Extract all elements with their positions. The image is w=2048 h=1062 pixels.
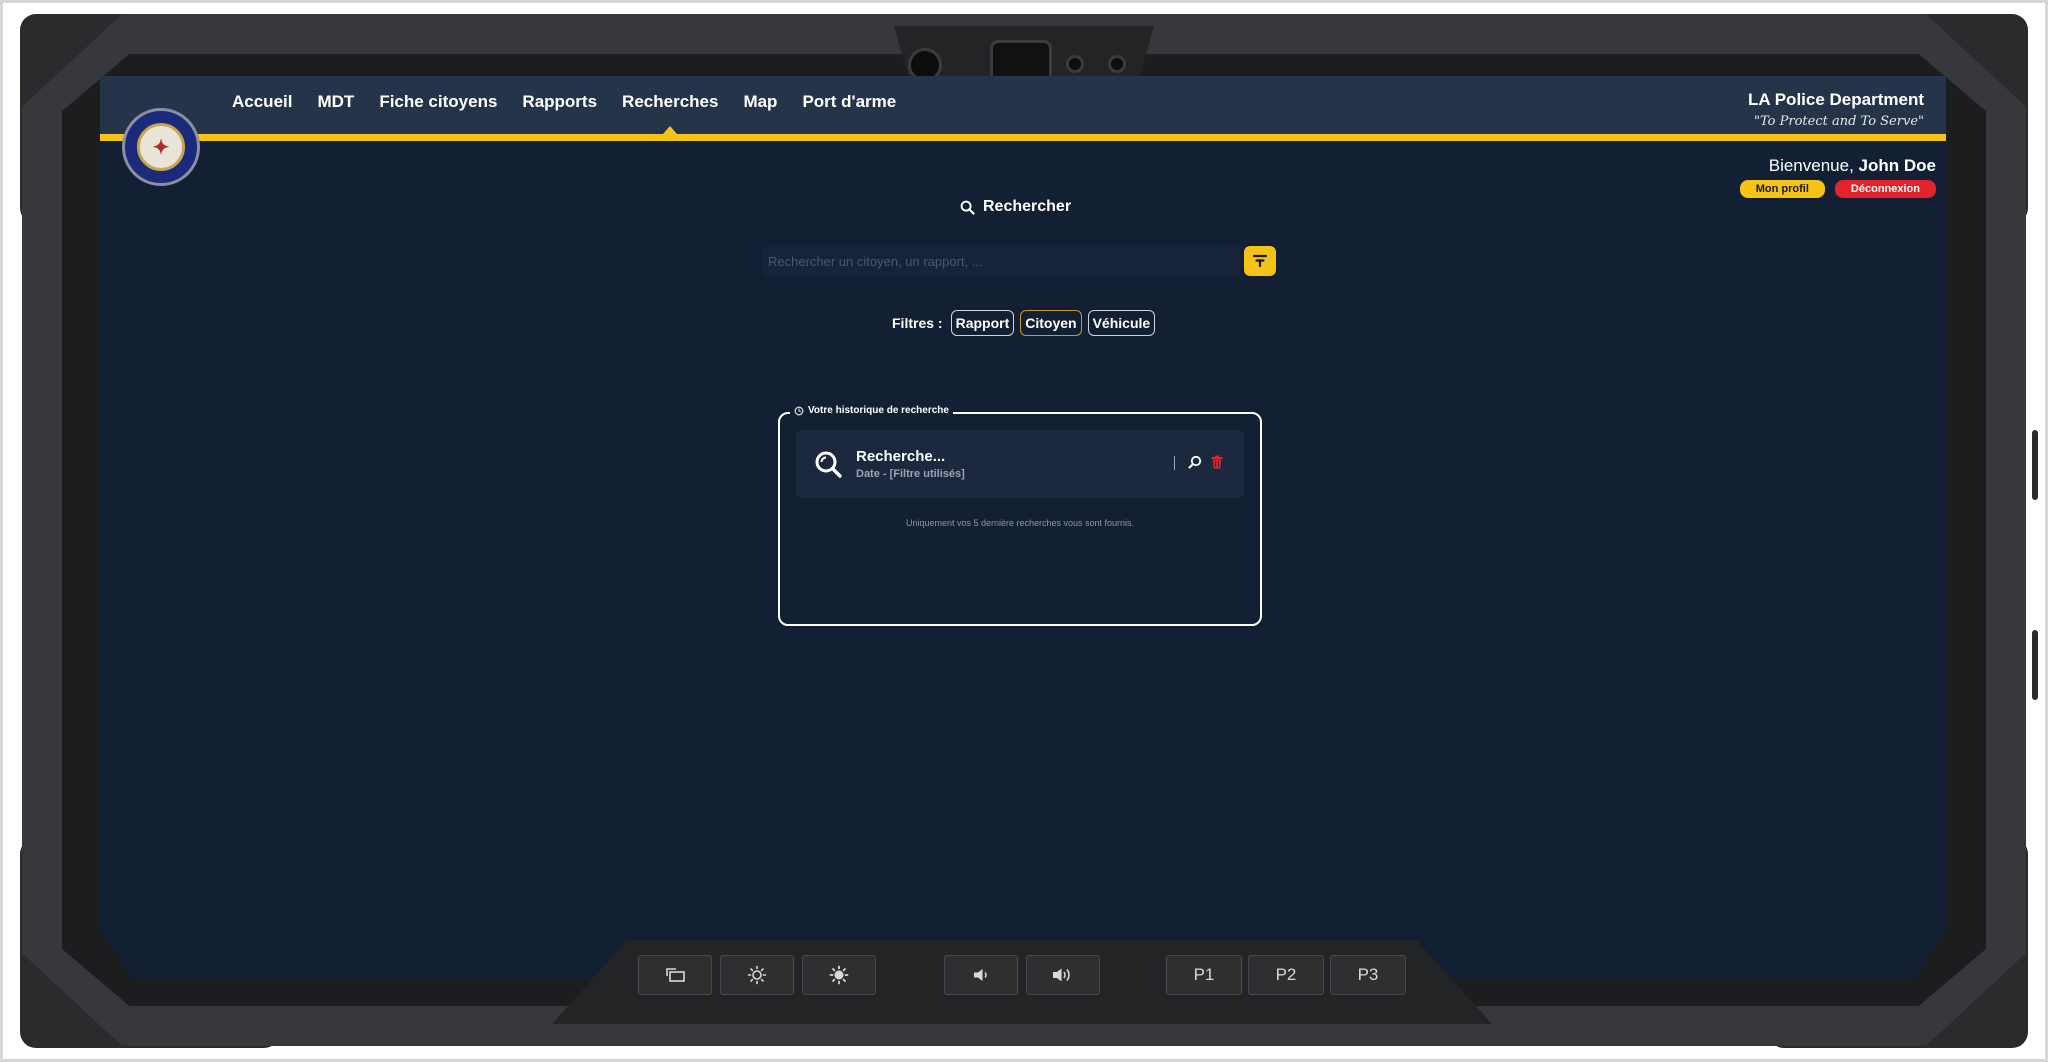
brightness-low-icon [747, 965, 767, 985]
brand-title: LA Police Department [1747, 90, 1924, 109]
trash-icon[interactable] [1210, 455, 1224, 469]
nav-item-mdt[interactable]: MDT [317, 92, 354, 112]
nav-item-accueil[interactable]: Accueil [232, 92, 292, 112]
repeat-search-icon[interactable] [1188, 455, 1202, 469]
filters-label: Filtres : [892, 315, 943, 331]
hw-volume-up-button[interactable] [1026, 955, 1100, 995]
main-nav: Accueil MDT Fiche citoyens Rapports Rech… [232, 92, 896, 112]
sensor-icon [1066, 55, 1084, 73]
navbar-accent-line [100, 134, 1946, 141]
history-item-subtitle: Date - [Filtre utilisés] [856, 468, 965, 480]
search-heading: Rechercher [960, 198, 1071, 216]
hw-p1-button[interactable]: P1 [1166, 955, 1242, 995]
filter-icon [1252, 254, 1268, 268]
user-name: John Doe [1858, 156, 1936, 175]
history-item-divider [1174, 456, 1175, 470]
nav-item-recherches[interactable]: Recherches [622, 92, 718, 112]
nav-item-fiche-citoyens[interactable]: Fiche citoyens [379, 92, 497, 112]
history-legend: Votre historique de recherche [790, 405, 953, 416]
brightness-high-icon [829, 965, 849, 985]
filter-chip-vehicule[interactable]: Véhicule [1087, 310, 1156, 336]
nav-item-rapports[interactable]: Rapports [522, 92, 597, 112]
brand-motto: "To Protect and To Serve" [1754, 114, 1924, 129]
filter-chip-citoyen[interactable]: Citoyen [1020, 310, 1082, 336]
history-note: Uniquement vos 5 dernière recherches vou… [905, 518, 1135, 528]
filter-button[interactable] [1244, 246, 1276, 276]
hw-p2-button[interactable]: P2 [1248, 955, 1324, 995]
hw-back-button[interactable] [638, 955, 712, 995]
sensor-icon [1108, 55, 1126, 73]
brand-block: LA Police Department "To Protect and To … [1748, 90, 1924, 129]
search-history-panel: Votre historique de recherche Recherche.… [778, 405, 1262, 626]
app-screen: ✦ Accueil MDT Fiche citoyens Rapports Re… [100, 76, 1946, 979]
window-switch-icon [666, 968, 685, 982]
filter-group: Filtres : Rapport Citoyen Véhicule [892, 310, 1156, 336]
history-item-title: Recherche... [856, 448, 946, 465]
volume-low-icon [974, 969, 987, 981]
search-input[interactable] [762, 246, 1240, 276]
nav-item-map[interactable]: Map [743, 92, 777, 112]
history-item[interactable]: Recherche... Date - [Filtre utilisés] [796, 430, 1244, 498]
hw-brightness-up-button[interactable] [802, 955, 876, 995]
search-icon [960, 200, 975, 215]
filter-chip-rapport[interactable]: Rapport [950, 310, 1015, 336]
search-icon [815, 451, 842, 478]
side-button-lower[interactable] [2032, 630, 2038, 700]
volume-high-icon [1053, 968, 1070, 982]
history-title: Votre historique de recherche [808, 405, 949, 416]
profile-button[interactable]: Mon profil [1739, 180, 1825, 198]
side-button-upper[interactable] [2032, 430, 2038, 500]
user-welcome: Bienvenue, John Doe Mon profil Déconnexi… [1739, 156, 1936, 198]
active-tab-indicator [663, 126, 678, 134]
history-icon [794, 406, 804, 415]
hw-volume-down-button[interactable] [944, 955, 1018, 995]
hw-p3-button[interactable]: P3 [1330, 955, 1406, 995]
user-actions: Mon profil Déconnexion [1739, 180, 1936, 198]
nav-item-port-d-arme[interactable]: Port d'arme [802, 92, 896, 112]
badge-emblem-icon: ✦ [137, 123, 185, 171]
search-title: Rechercher [983, 198, 1072, 215]
hw-brightness-down-button[interactable] [720, 955, 794, 995]
logout-button[interactable]: Déconnexion [1834, 180, 1936, 198]
welcome-line: Bienvenue, John Doe [1740, 156, 1936, 176]
lapd-badge-logo: ✦ [122, 108, 200, 186]
search-bar [762, 246, 1276, 276]
welcome-greeting: Bienvenue, [1768, 156, 1854, 175]
